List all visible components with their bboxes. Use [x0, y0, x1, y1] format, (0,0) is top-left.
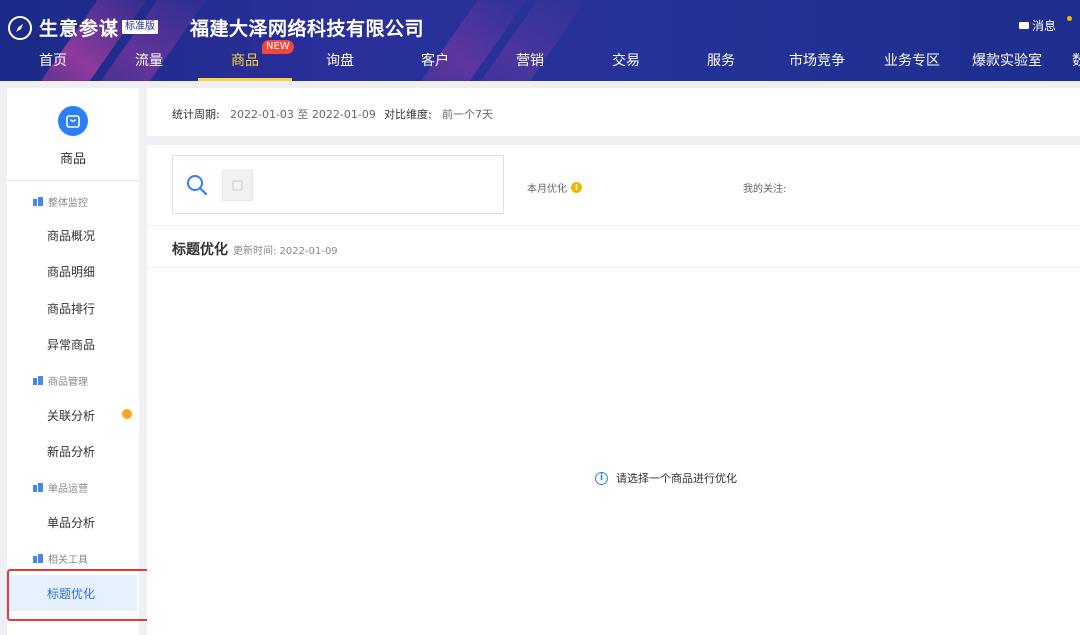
message-label: 消息: [1031, 19, 1056, 33]
nav-inquiry[interactable]: 询盘: [325, 48, 355, 81]
notification-dot: [1067, 16, 1072, 21]
divider: [7, 180, 139, 181]
nav-customers[interactable]: 客户: [420, 48, 450, 81]
month-optimize-label: 本月优化: [527, 184, 567, 195]
nav-business-zone[interactable]: 业务专区: [883, 48, 941, 81]
group-label: 整体监控: [48, 198, 88, 209]
sidebar-group-management: 商品管理: [33, 373, 88, 388]
sidebar-group-overall: 整体监控: [33, 194, 88, 209]
section-title: 标题优化: [172, 242, 228, 258]
main-content: 本月优化 i 我的关注: 标题优化 更新时间: 2022-01-09 i 请选择…: [147, 145, 1080, 635]
sidebar-item-product-overview[interactable]: 商品概况: [47, 227, 95, 244]
group-label: 单品运营: [48, 484, 88, 495]
sidebar-group-single-ops: 单品运营: [33, 480, 88, 495]
nav-trade[interactable]: 交易: [611, 48, 641, 81]
nav-hot-lab[interactable]: 爆款实验室: [971, 48, 1043, 81]
building-icon: [33, 483, 43, 492]
sidebar-item-product-ranking[interactable]: 商品排行: [47, 300, 95, 317]
info-icon[interactable]: i: [571, 182, 582, 193]
sidebar-item-single-analysis[interactable]: 单品分析: [47, 514, 95, 531]
empty-state-hint: i 请选择一个商品进行优化: [595, 470, 737, 486]
edition-badge: 标准版: [122, 20, 158, 34]
group-label: 相关工具: [48, 555, 88, 566]
nav-marketing[interactable]: 营销: [515, 48, 545, 81]
update-time: 更新时间: 2022-01-09: [233, 246, 338, 257]
message-button[interactable]: 消息: [1018, 17, 1056, 34]
nav-traffic[interactable]: 流量: [134, 48, 164, 81]
nav-market-competition[interactable]: 市场竞争: [788, 48, 846, 81]
sidebar-title: 商品: [59, 152, 86, 167]
period-bar: 统计周期: 2022-01-03 至 2022-01-09 对比维度: 前一个7…: [147, 88, 1080, 136]
envelope-icon: [1018, 22, 1029, 29]
empty-hint-text: 请选择一个商品进行优化: [616, 472, 737, 485]
nav-data-truncated[interactable]: 数: [1072, 48, 1080, 81]
sidebar-group-tools: 相关工具: [33, 551, 88, 566]
active-nav-underline: [198, 78, 292, 81]
highlight-annotation-box: [7, 569, 153, 621]
info-circle-icon: i: [595, 471, 608, 485]
nav-service[interactable]: 服务: [706, 48, 736, 81]
nav-home[interactable]: 首页: [38, 48, 68, 81]
nav-products[interactable]: 商品: [228, 48, 262, 81]
building-icon: [33, 554, 43, 563]
badge-dot: [122, 409, 132, 419]
building-icon: [33, 197, 43, 206]
search-icon[interactable]: [185, 173, 209, 201]
compare-label: 对比维度:: [384, 108, 432, 121]
building-icon: [33, 376, 43, 385]
shopping-bag-icon: [58, 106, 88, 136]
brand-name[interactable]: 生意参谋: [39, 14, 119, 41]
compare-value[interactable]: 前一个7天: [442, 106, 493, 122]
company-name: 福建大泽网络科技有限公司: [190, 18, 425, 40]
period-value[interactable]: 2022-01-03 至 2022-01-09: [230, 106, 376, 122]
divider: [147, 267, 1080, 268]
new-badge: NEW: [262, 40, 294, 54]
sidebar-item-product-detail[interactable]: 商品明细: [47, 263, 95, 280]
product-thumbnail-placeholder[interactable]: [222, 170, 253, 201]
main-nav: 首页 流量 商品 询盘 客户 营销 交易 服务 市场竞争 业务专区 爆款实验室 …: [0, 48, 1080, 81]
sidebar-item-association-analysis[interactable]: 关联分析: [47, 407, 95, 424]
compass-logo-icon[interactable]: [8, 16, 32, 40]
my-follow: 我的关注:: [743, 184, 787, 195]
group-label: 商品管理: [48, 377, 88, 388]
sidebar-item-abnormal-products[interactable]: 异常商品: [47, 336, 95, 353]
divider: [147, 225, 1080, 226]
product-selector[interactable]: [172, 155, 504, 214]
sidebar: 商品 整体监控 商品概况 商品明细 商品排行 异常商品 商品管理 关联分析 新品…: [7, 88, 139, 635]
month-optimize: 本月优化 i: [527, 180, 582, 195]
sidebar-item-new-product-analysis[interactable]: 新品分析: [47, 443, 95, 460]
period-label: 统计周期:: [172, 108, 220, 121]
